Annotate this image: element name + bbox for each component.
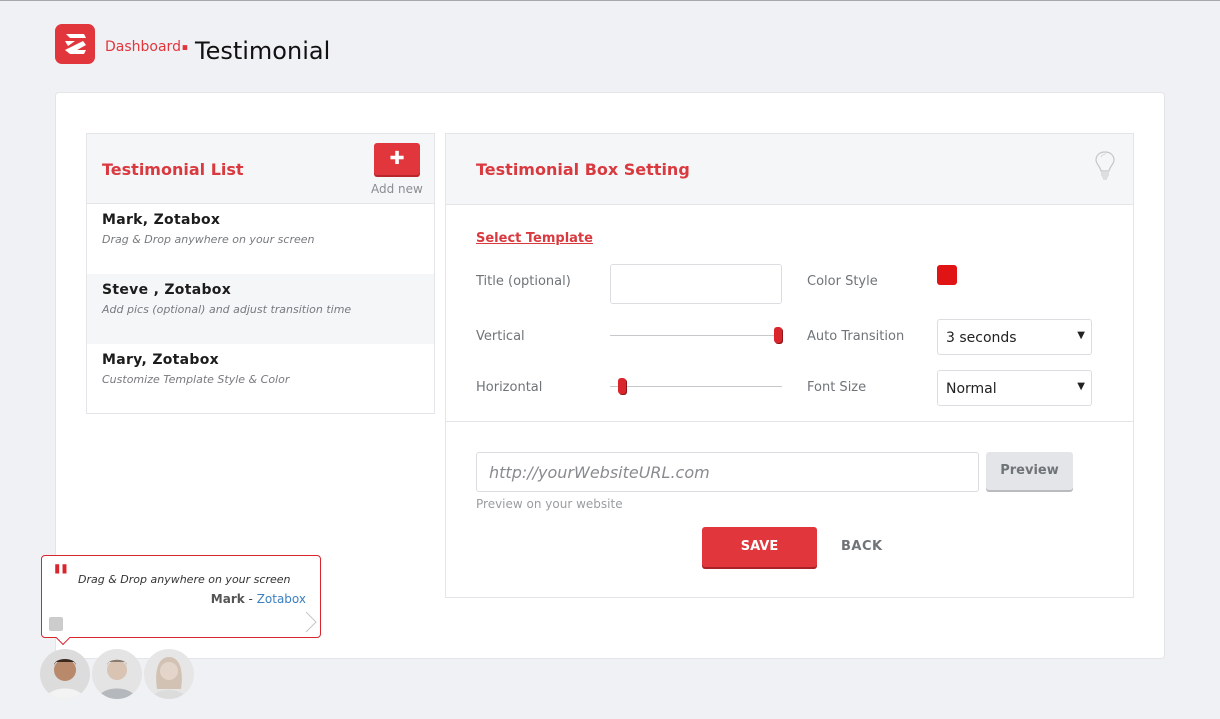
divider (446, 421, 1133, 422)
title-label: Title (optional) (476, 274, 571, 289)
select-template-link[interactable]: Select Template (476, 231, 593, 246)
widget-testimonial-text: Drag & Drop anywhere on your screen (78, 573, 291, 586)
add-new-label[interactable]: Add new (371, 182, 423, 196)
testimonial-list-title: Testimonial List (102, 160, 244, 179)
color-style-swatch[interactable] (937, 265, 957, 285)
list-item[interactable]: Mary, Zotabox Customize Template Style &… (87, 344, 434, 414)
preview-hint: Preview on your website (476, 497, 623, 511)
save-button[interactable]: SAVE (702, 527, 817, 567)
caret-down-icon: ▼ (1077, 330, 1085, 341)
list-item-desc: Customize Template Style & Color (102, 373, 290, 386)
color-style-label: Color Style (807, 274, 878, 289)
auto-transition-label: Auto Transition (807, 329, 905, 344)
font-size-select[interactable]: Normal ▼ (937, 370, 1092, 406)
testimonial-list-header: Testimonial List ✚ Add new (87, 134, 434, 204)
settings-title: Testimonial Box Setting (476, 160, 690, 179)
page-title: Testimonial (195, 37, 331, 65)
vertical-label: Vertical (476, 329, 525, 344)
list-item-name: Mary, Zotabox (102, 352, 219, 368)
back-button[interactable]: BACK (841, 539, 883, 554)
list-item-name: Steve , Zotabox (102, 282, 232, 298)
zotabox-logo[interactable] (55, 24, 95, 64)
breadcrumb-dashboard[interactable]: Dashboard (105, 39, 181, 55)
chevron-right-icon[interactable] (305, 611, 317, 633)
vertical-slider[interactable] (610, 335, 782, 336)
title-input[interactable] (610, 264, 782, 304)
auto-transition-select[interactable]: 3 seconds ▼ (937, 319, 1092, 355)
list-item-name: Mark, Zotabox (102, 212, 221, 228)
zotabox-logo-icon (65, 34, 86, 54)
add-new-button[interactable]: ✚ (374, 143, 420, 175)
horizontal-label: Horizontal (476, 380, 543, 395)
zotabox-small-logo-icon (49, 617, 63, 631)
font-size-label: Font Size (807, 380, 867, 395)
preview-button[interactable]: Preview (986, 452, 1073, 490)
avatar-steve[interactable] (92, 649, 142, 699)
list-item-desc: Add pics (optional) and adjust transitio… (102, 303, 352, 316)
testimonial-widget-preview[interactable]: " Drag & Drop anywhere on your screen Ma… (41, 555, 321, 638)
horizontal-slider-thumb[interactable] (618, 378, 627, 394)
avatar-mark[interactable] (40, 649, 90, 699)
widget-author-dash: - (244, 592, 257, 606)
auto-transition-value: 3 seconds (946, 330, 1017, 346)
widget-author-name: Mark (210, 592, 245, 606)
plus-icon: ✚ (389, 148, 405, 169)
testimonial-settings-panel: Testimonial Box Setting Select Template … (445, 133, 1134, 598)
widget-author: Mark - Zotabox (211, 592, 306, 606)
testimonial-list-panel: Testimonial List ✚ Add new Mark, Zotabox… (86, 133, 435, 414)
font-size-value: Normal (946, 381, 997, 397)
settings-header: Testimonial Box Setting (446, 134, 1133, 205)
list-item-desc: Drag & Drop anywhere on your screen (102, 233, 315, 246)
list-item[interactable]: Steve , Zotabox Add pics (optional) and … (87, 274, 434, 344)
breadcrumb-separator: . (180, 27, 190, 57)
vertical-slider-thumb[interactable] (774, 327, 782, 343)
quote-icon: " (52, 558, 70, 598)
lightbulb-icon[interactable] (1095, 151, 1115, 181)
avatar-mary[interactable] (144, 649, 194, 699)
list-item[interactable]: Mark, Zotabox Drag & Drop anywhere on yo… (87, 204, 434, 274)
horizontal-slider[interactable] (610, 386, 782, 387)
website-url-input[interactable]: http://yourWebsiteURL.com (476, 452, 979, 492)
caret-down-icon: ▼ (1077, 381, 1085, 392)
widget-company-link[interactable]: Zotabox (257, 592, 306, 606)
